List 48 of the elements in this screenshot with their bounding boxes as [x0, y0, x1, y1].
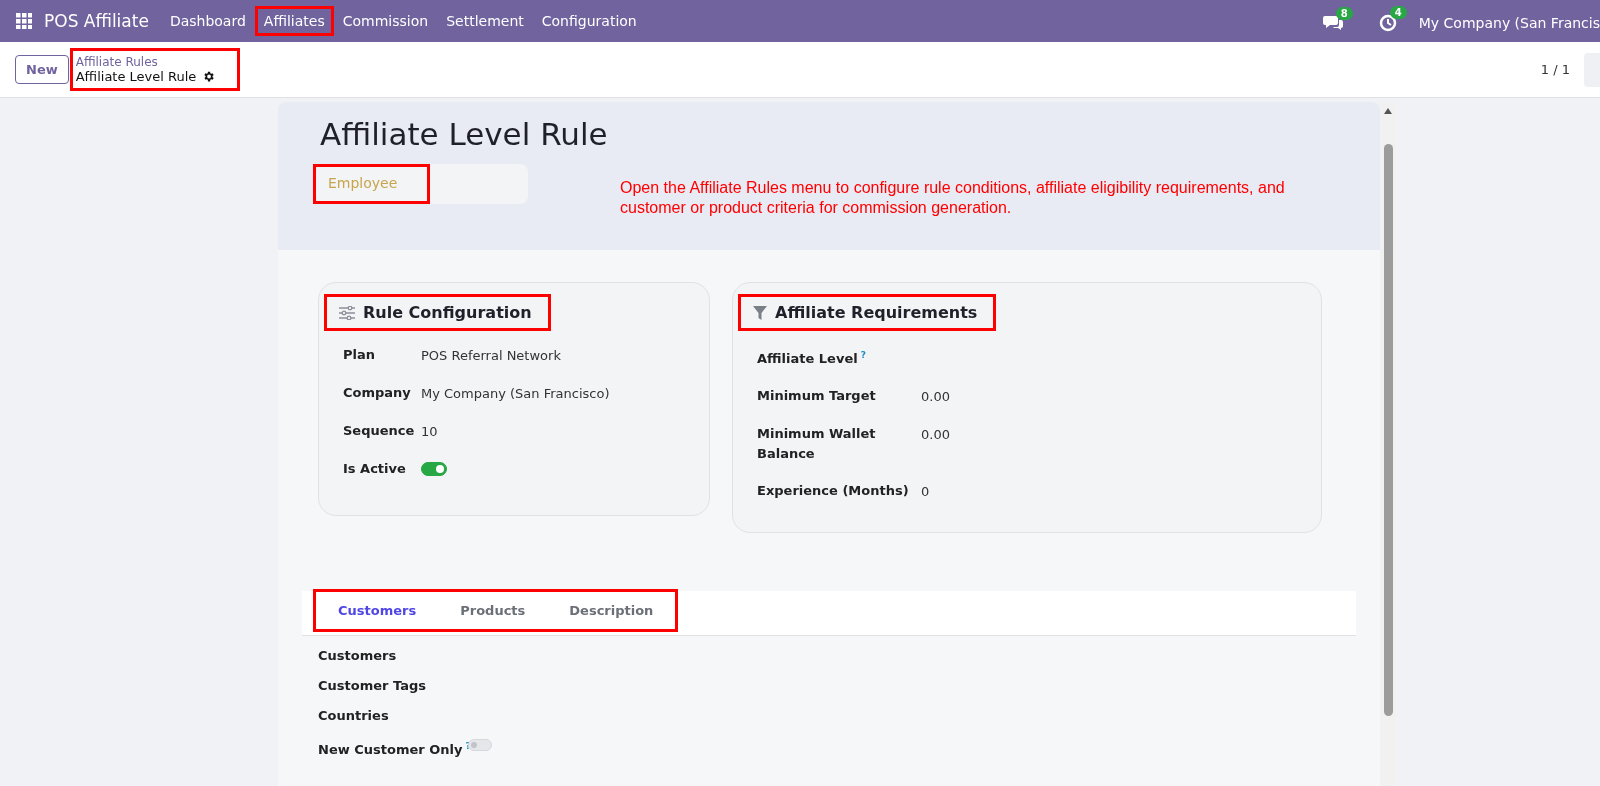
menu-item[interactable]: Settlement — [440, 9, 530, 33]
toggle-switch[interactable] — [421, 462, 447, 476]
field-value: My Company (San Francisco) — [421, 385, 610, 401]
filter-icon — [753, 305, 767, 320]
count-badge: 8 — [1335, 7, 1353, 20]
field-value: 10 — [421, 423, 438, 439]
app-name[interactable]: POS Affiliate — [44, 11, 149, 31]
breadcrumb-link[interactable]: Affiliate Rules — [75, 55, 216, 69]
field-label: Minimum Wallet Balance — [757, 425, 877, 464]
field-label: Customers — [318, 647, 398, 666]
field-label: Plan — [343, 346, 376, 364]
tab[interactable]: Description — [547, 592, 676, 630]
field-value: 0 — [921, 483, 930, 500]
field-label: Customer Tags — [318, 677, 427, 696]
pager: 1 / 1 — [1540, 62, 1570, 77]
annotation-text: Open the Affiliate Rules menu to configure rule conditions, affiliate eligibility requirements, and customer or product criteria for commission generation. — [620, 178, 1286, 218]
field-label: Sequence — [343, 422, 416, 440]
field-label: Minimum Target — [757, 387, 877, 406]
gear-icon[interactable] — [202, 70, 216, 83]
record-title: Affiliate Level Rule — [320, 116, 609, 152]
count-badge: 4 — [1389, 6, 1407, 19]
section-title-text: Affiliate Requirements — [775, 303, 978, 322]
field-value: POS Referral Network — [421, 347, 561, 363]
clock-icon[interactable] — [1378, 14, 1397, 32]
field-label: Is Active — [343, 460, 407, 478]
menu-item[interactable]: Configuration — [535, 9, 643, 33]
company-switcher[interactable]: My Company (San Francis — [1418, 15, 1600, 31]
menu-item[interactable]: Affiliates — [257, 9, 331, 33]
field-value: 0.00 — [921, 426, 950, 443]
field-label: Experience (Months) — [757, 482, 910, 501]
apps-grid-icon[interactable] — [16, 13, 32, 29]
field-label: Countries — [318, 707, 390, 726]
menu-item[interactable]: Commission — [336, 9, 435, 33]
section-title-text: Rule Configuration — [363, 303, 532, 322]
field-value: 0.00 — [921, 388, 950, 405]
chat-icon[interactable] — [1322, 15, 1343, 31]
scroll-up-icon[interactable] — [1383, 106, 1393, 116]
field-label: Company — [343, 384, 412, 402]
sliders-icon — [339, 305, 355, 320]
scrollbar[interactable] — [1380, 102, 1396, 786]
help-mark[interactable]: ? — [860, 350, 866, 360]
scrollbar-thumb[interactable] — [1383, 144, 1393, 716]
tab[interactable]: Products — [438, 592, 548, 630]
field-label: Affiliate Level $^{?}$ — [757, 349, 867, 369]
tab[interactable]: Customers — [316, 592, 439, 630]
menu-item[interactable]: Dashboard — [163, 9, 252, 33]
new-button[interactable]: New — [15, 55, 69, 84]
record-name: Affiliate Level Rule — [75, 69, 197, 84]
